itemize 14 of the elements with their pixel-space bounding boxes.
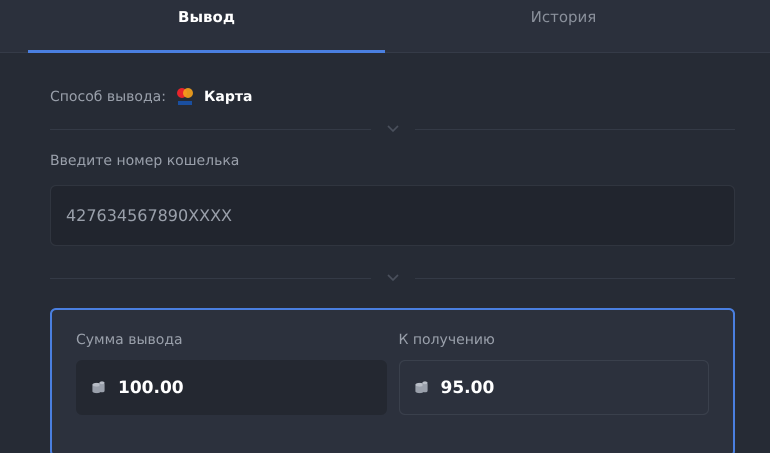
chevron-icon[interactable] xyxy=(386,274,398,282)
amount-label: К получению xyxy=(398,332,496,348)
amount-field: 95.00 xyxy=(398,360,709,415)
tab[interactable]: История xyxy=(385,0,742,53)
amount-label: Сумма вывода xyxy=(76,332,184,348)
chevron-icon[interactable] xyxy=(386,125,398,133)
method-label: Способ вывода: xyxy=(50,89,166,105)
wallet-label: Введите номер кошелька xyxy=(50,153,240,169)
wallet-input-field[interactable]: 427634567890XXXX xyxy=(50,185,735,246)
coins-icon xyxy=(414,380,428,395)
method-value[interactable]: Карта xyxy=(204,89,252,105)
tab[interactable]: Вывод xyxy=(28,0,385,53)
amount-field[interactable]: 100.00 xyxy=(76,360,386,415)
coins-icon xyxy=(91,380,106,395)
